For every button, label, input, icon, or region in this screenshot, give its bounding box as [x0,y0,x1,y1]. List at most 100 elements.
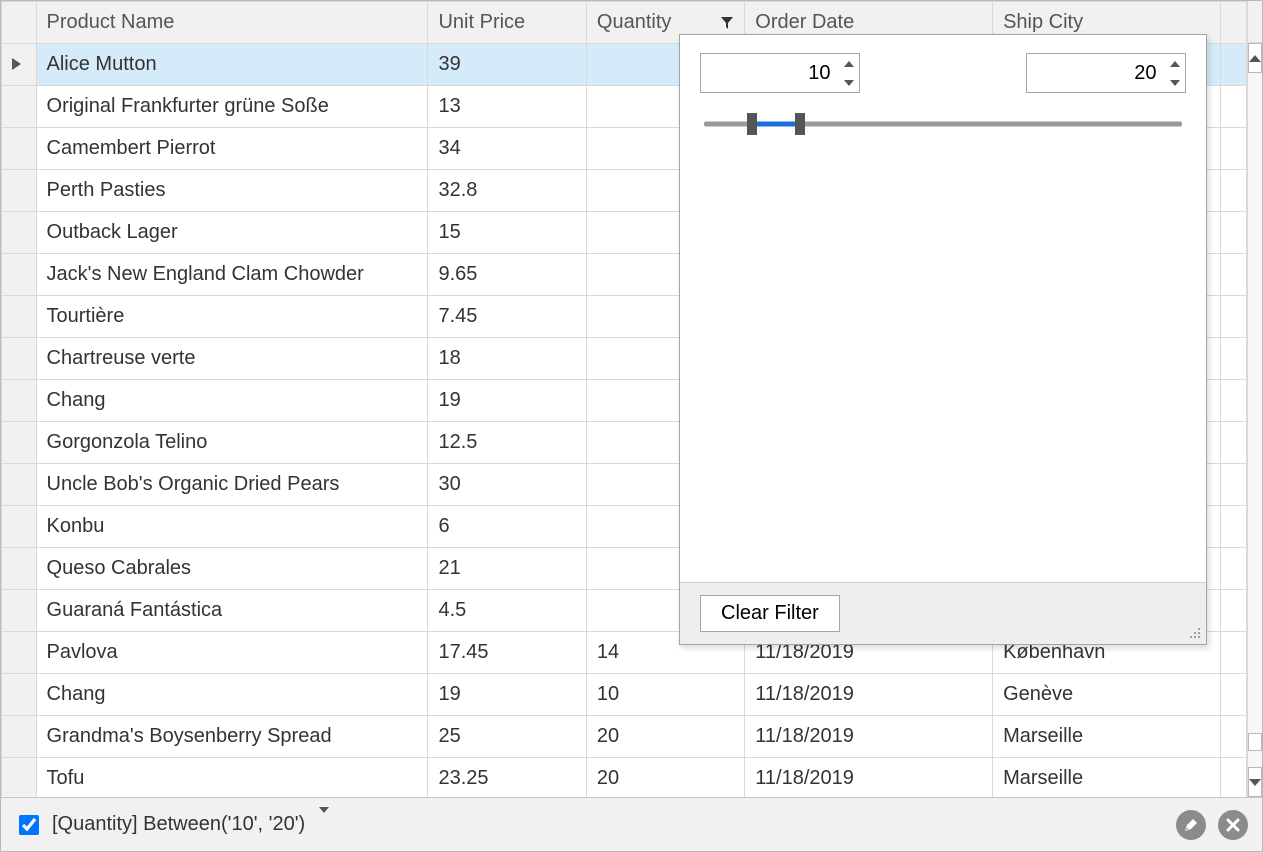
cell-price[interactable]: 15 [428,212,586,254]
column-header-label: Quantity [597,11,671,34]
row-indicator-cell [2,254,37,296]
chevron-down-icon [319,807,329,835]
cell-price[interactable]: 23.25 [428,758,586,798]
row-indicator-cell [2,674,37,716]
cell-city[interactable]: Marseille [993,758,1220,798]
scrollbar-track[interactable] [1248,73,1262,767]
grid-header-spacer [1220,2,1246,44]
cell-product[interactable]: Original Frankfurter grüne Soße [36,86,428,128]
spin-down-icon[interactable] [1164,73,1185,92]
row-tail-spacer [1220,86,1246,128]
table-row[interactable]: Tofu23.252011/18/2019Marseille [2,758,1247,798]
cell-date[interactable]: 11/18/2019 [745,758,993,798]
cell-product[interactable]: Chang [36,380,428,422]
range-to-spin[interactable] [1026,53,1186,93]
cell-product[interactable]: Konbu [36,506,428,548]
cell-price[interactable]: 25 [428,716,586,758]
row-indicator-cell [2,758,37,798]
cell-price[interactable]: 12.5 [428,422,586,464]
row-tail-spacer [1220,758,1246,798]
cell-city[interactable]: Genève [993,674,1220,716]
row-indicator-cell [2,590,37,632]
range-selection [752,122,800,127]
clear-filter-round-button[interactable] [1218,810,1248,840]
cell-product[interactable]: Pavlova [36,632,428,674]
cell-price[interactable]: 32.8 [428,170,586,212]
resize-grip-icon[interactable] [1186,624,1202,640]
scroll-up-button[interactable] [1248,43,1262,73]
range-slider[interactable] [704,111,1182,137]
current-row-indicator-icon [12,58,21,70]
cell-price[interactable]: 13 [428,86,586,128]
cell-price[interactable]: 30 [428,464,586,506]
row-indicator-cell [2,86,37,128]
range-handle-from[interactable] [747,113,757,135]
column-header-price[interactable]: Unit Price [428,2,586,44]
column-header-label: Product Name [47,11,175,33]
spin-up-icon[interactable] [838,54,859,73]
cell-price[interactable]: 7.45 [428,296,586,338]
row-indicator-cell [2,632,37,674]
cell-price[interactable]: 34 [428,128,586,170]
row-tail-spacer [1220,716,1246,758]
table-row[interactable]: Grandma's Boysenberry Spread252011/18/20… [2,716,1247,758]
cell-price[interactable]: 9.65 [428,254,586,296]
cell-price[interactable]: 4.5 [428,590,586,632]
range-to-input[interactable] [1027,54,1164,92]
cell-product[interactable]: Perth Pasties [36,170,428,212]
cell-date[interactable]: 11/18/2019 [745,674,993,716]
scrollbar-header-spacer [1248,1,1262,43]
cell-product[interactable]: Chang [36,674,428,716]
filter-expression-dropdown[interactable] [319,813,329,836]
scroll-down-button[interactable] [1248,767,1262,797]
row-indicator-cell [2,170,37,212]
vertical-scrollbar[interactable] [1247,1,1262,797]
cell-product[interactable]: Camembert Pierrot [36,128,428,170]
edit-filter-button[interactable] [1176,810,1206,840]
row-indicator-cell [2,338,37,380]
cell-price[interactable]: 17.45 [428,632,586,674]
filter-icon[interactable] [720,16,734,30]
cell-qty[interactable]: 20 [586,716,744,758]
cell-date[interactable]: 11/18/2019 [745,716,993,758]
cell-product[interactable]: Guaraná Fantástica [36,590,428,632]
cell-price[interactable]: 18 [428,338,586,380]
cell-price[interactable]: 19 [428,674,586,716]
cell-product[interactable]: Uncle Bob's Organic Dried Pears [36,464,428,506]
column-header-product[interactable]: Product Name [36,2,428,44]
row-indicator-cell [2,506,37,548]
cell-product[interactable]: Grandma's Boysenberry Spread [36,716,428,758]
row-indicator-cell [2,296,37,338]
spin-up-icon[interactable] [1164,54,1185,73]
row-tail-spacer [1220,506,1246,548]
cell-price[interactable]: 21 [428,548,586,590]
cell-product[interactable]: Queso Cabrales [36,548,428,590]
cell-product[interactable]: Gorgonzola Telino [36,422,428,464]
cell-product[interactable]: Chartreuse verte [36,338,428,380]
row-indicator-cell [2,128,37,170]
cell-price[interactable]: 19 [428,380,586,422]
cell-price[interactable]: 39 [428,44,586,86]
range-handle-to[interactable] [795,113,805,135]
cell-qty[interactable]: 20 [586,758,744,798]
cell-product[interactable]: Jack's New England Clam Chowder [36,254,428,296]
filter-enable-checkbox[interactable] [19,815,39,835]
row-indicator-cell [2,44,37,86]
cell-city[interactable]: Marseille [993,716,1220,758]
cell-product[interactable]: Outback Lager [36,212,428,254]
cell-price[interactable]: 6 [428,506,586,548]
range-from-spin[interactable] [700,53,860,93]
filter-expression-text: [Quantity] Between('10', '20') [52,813,305,836]
spin-down-icon[interactable] [838,73,859,92]
range-from-input[interactable] [701,54,838,92]
data-grid: Product Name Unit Price Quantity Order D… [0,0,1263,852]
chevron-down-icon [1249,779,1261,786]
row-indicator-cell [2,716,37,758]
scrollbar-thumb[interactable] [1248,733,1262,751]
clear-filter-button[interactable]: Clear Filter [700,595,840,632]
cell-product[interactable]: Tofu [36,758,428,798]
cell-product[interactable]: Alice Mutton [36,44,428,86]
table-row[interactable]: Chang191011/18/2019Genève [2,674,1247,716]
cell-qty[interactable]: 10 [586,674,744,716]
cell-product[interactable]: Tourtière [36,296,428,338]
